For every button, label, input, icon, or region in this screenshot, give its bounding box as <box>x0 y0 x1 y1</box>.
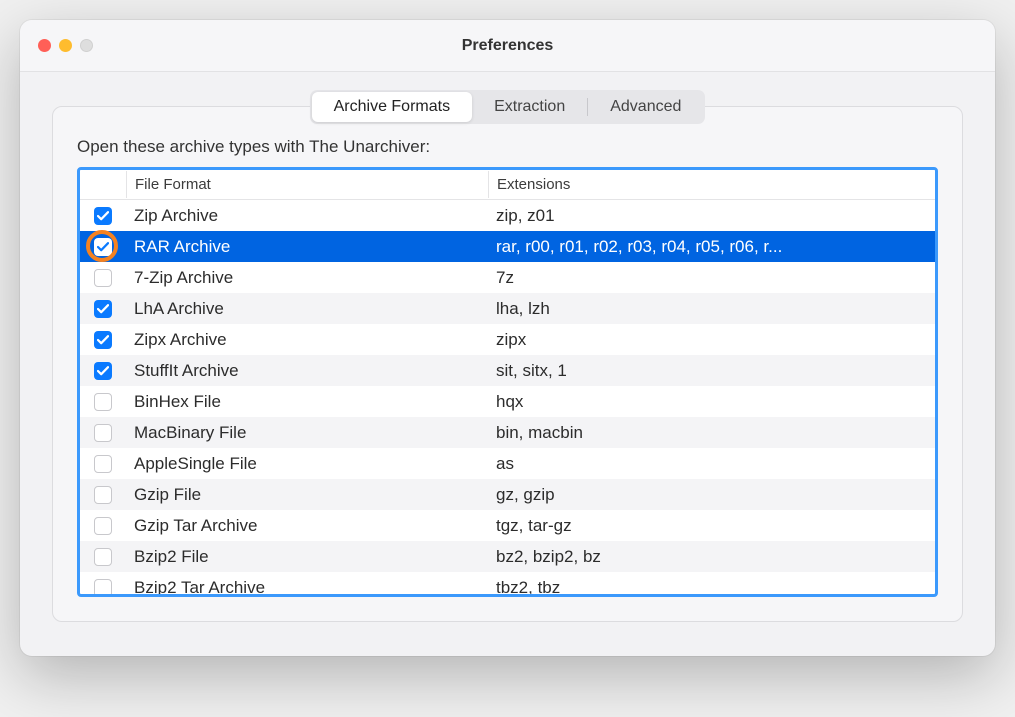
table-row[interactable]: AppleSingle Fileas <box>80 448 935 479</box>
archive-type-checkbox[interactable] <box>94 207 112 225</box>
extensions-cell: lha, lzh <box>488 299 935 319</box>
tab-bar: Archive Formats Extraction Advanced <box>310 90 706 124</box>
window-content: Archive Formats Extraction Advanced Open… <box>20 72 995 656</box>
checkbox-cell <box>80 331 126 349</box>
format-cell: AppleSingle File <box>126 454 488 474</box>
checkbox-cell <box>80 207 126 225</box>
archive-type-checkbox[interactable] <box>94 393 112 411</box>
table-row[interactable]: 7-Zip Archive7z <box>80 262 935 293</box>
extensions-cell: gz, gzip <box>488 485 935 505</box>
archive-type-checkbox[interactable] <box>94 300 112 318</box>
column-header-checkbox[interactable] <box>80 180 126 190</box>
tab-archive-formats[interactable]: Archive Formats <box>312 92 472 122</box>
extensions-cell: zip, z01 <box>488 206 935 226</box>
archive-type-checkbox[interactable] <box>94 486 112 504</box>
checkbox-cell <box>80 517 126 535</box>
format-cell: Gzip Tar Archive <box>126 516 488 536</box>
archive-formats-panel: Open these archive types with The Unarch… <box>52 106 963 622</box>
table-row[interactable]: MacBinary Filebin, macbin <box>80 417 935 448</box>
extensions-cell: as <box>488 454 935 474</box>
archive-type-checkbox[interactable] <box>94 424 112 442</box>
table-row[interactable]: Gzip Tar Archivetgz, tar-gz <box>80 510 935 541</box>
checkbox-cell <box>80 269 126 287</box>
checkbox-cell <box>80 579 126 595</box>
extensions-cell: rar, r00, r01, r02, r03, r04, r05, r06, … <box>488 237 935 257</box>
format-cell: RAR Archive <box>126 237 488 257</box>
format-cell: Zip Archive <box>126 206 488 226</box>
checkbox-cell <box>80 300 126 318</box>
format-cell: Zipx Archive <box>126 330 488 350</box>
archive-type-checkbox[interactable] <box>94 269 112 287</box>
tab-advanced[interactable]: Advanced <box>588 92 703 122</box>
extensions-cell: hqx <box>488 392 935 412</box>
checkbox-cell <box>80 238 126 256</box>
checkbox-cell <box>80 486 126 504</box>
format-cell: BinHex File <box>126 392 488 412</box>
format-cell: 7-Zip Archive <box>126 268 488 288</box>
format-cell: Bzip2 File <box>126 547 488 567</box>
table-row[interactable]: Zipx Archivezipx <box>80 324 935 355</box>
table-row[interactable]: Bzip2 Tar Archivetbz2, tbz <box>80 572 935 594</box>
table-row[interactable]: Zip Archivezip, z01 <box>80 200 935 231</box>
checkbox-cell <box>80 393 126 411</box>
column-header-format[interactable]: File Format <box>126 171 488 198</box>
archive-type-checkbox[interactable] <box>94 548 112 566</box>
checkbox-cell <box>80 362 126 380</box>
tab-extraction[interactable]: Extraction <box>472 92 587 122</box>
extensions-cell: sit, sitx, 1 <box>488 361 935 381</box>
extensions-cell: bin, macbin <box>488 423 935 443</box>
archive-type-checkbox[interactable] <box>94 331 112 349</box>
table-row[interactable]: Bzip2 Filebz2, bzip2, bz <box>80 541 935 572</box>
archive-types-table[interactable]: File Format Extensions Zip Archivezip, z… <box>77 167 938 597</box>
preferences-window: Preferences Archive Formats Extraction A… <box>20 20 995 656</box>
window-controls <box>20 39 93 52</box>
table-header: File Format Extensions <box>80 170 935 200</box>
window-title: Preferences <box>20 37 995 55</box>
format-cell: MacBinary File <box>126 423 488 443</box>
archive-type-checkbox[interactable] <box>94 579 112 595</box>
checkbox-cell <box>80 424 126 442</box>
format-cell: Bzip2 Tar Archive <box>126 578 488 595</box>
format-cell: Gzip File <box>126 485 488 505</box>
extensions-cell: tbz2, tbz <box>488 578 935 595</box>
archive-type-checkbox[interactable] <box>94 238 112 256</box>
archive-type-checkbox[interactable] <box>94 517 112 535</box>
zoom-window-button <box>80 39 93 52</box>
close-window-button[interactable] <box>38 39 51 52</box>
minimize-window-button[interactable] <box>59 39 72 52</box>
archive-type-checkbox[interactable] <box>94 455 112 473</box>
checkbox-cell <box>80 548 126 566</box>
format-cell: LhA Archive <box>126 299 488 319</box>
table-body[interactable]: Zip Archivezip, z01RAR Archiverar, r00, … <box>80 200 935 594</box>
extensions-cell: bz2, bzip2, bz <box>488 547 935 567</box>
titlebar: Preferences <box>20 20 995 72</box>
extensions-cell: zipx <box>488 330 935 350</box>
archive-type-checkbox[interactable] <box>94 362 112 380</box>
checkbox-cell <box>80 455 126 473</box>
extensions-cell: 7z <box>488 268 935 288</box>
table-row[interactable]: Gzip Filegz, gzip <box>80 479 935 510</box>
panel-heading: Open these archive types with The Unarch… <box>77 137 938 157</box>
format-cell: StuffIt Archive <box>126 361 488 381</box>
table-row[interactable]: LhA Archivelha, lzh <box>80 293 935 324</box>
table-row[interactable]: StuffIt Archivesit, sitx, 1 <box>80 355 935 386</box>
extensions-cell: tgz, tar-gz <box>488 516 935 536</box>
table-row[interactable]: BinHex Filehqx <box>80 386 935 417</box>
column-header-extensions[interactable]: Extensions <box>488 171 935 198</box>
table-row[interactable]: RAR Archiverar, r00, r01, r02, r03, r04,… <box>80 231 935 262</box>
